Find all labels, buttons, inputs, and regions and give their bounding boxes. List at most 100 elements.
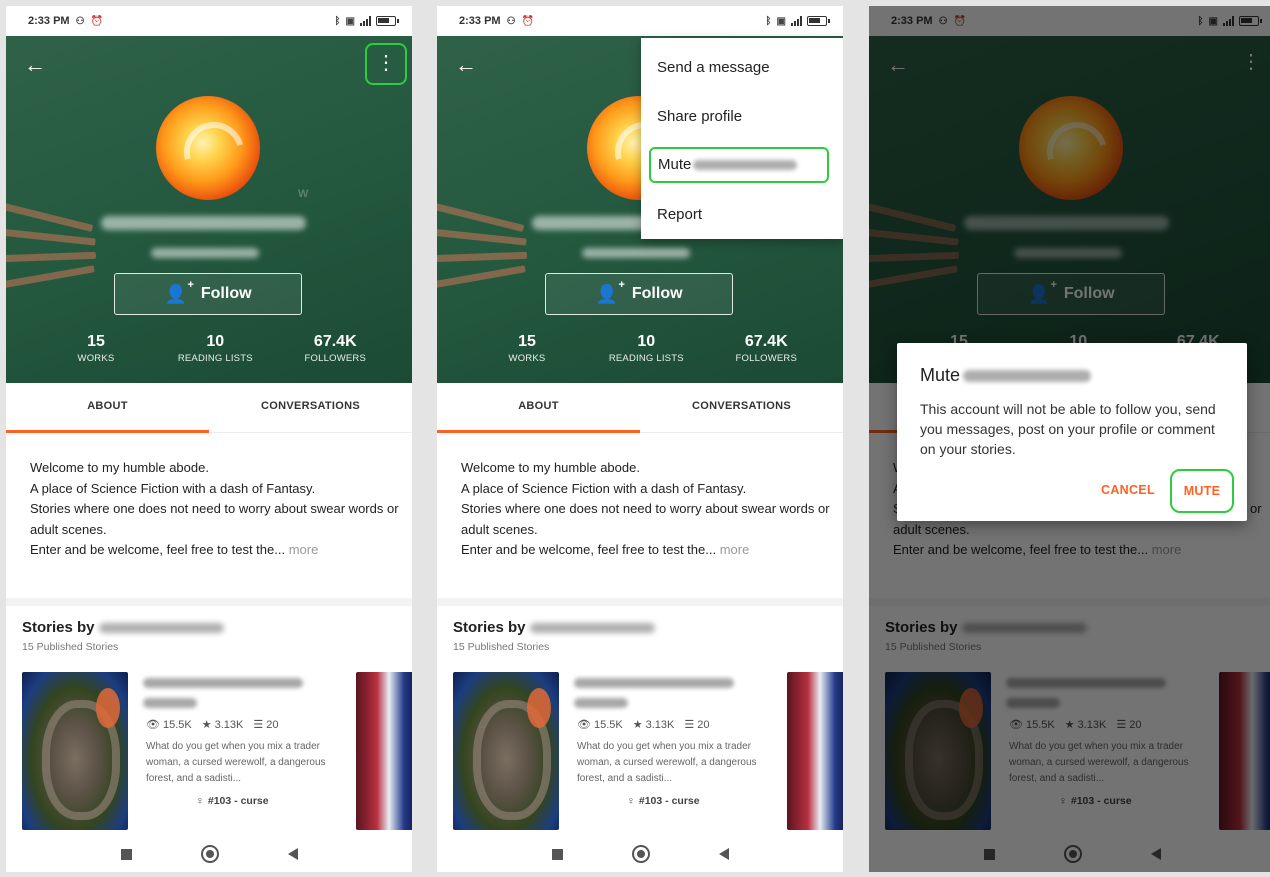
signal-icon <box>360 16 371 26</box>
username-redacted <box>963 369 1092 382</box>
screen-profile-menu: 2:33 PM ⚇ ⏰ ᛒ ▣ ← 👤 + Follow 15 WORKS 10 RE… <box>437 6 843 872</box>
book-decoration <box>437 186 528 316</box>
story-description: What do you get when you mix a trader wo… <box>577 741 757 784</box>
status-bar: 2:33 PM ⚇ ⏰ ᛒ ▣ <box>437 6 843 36</box>
signal-icon <box>791 16 802 26</box>
story-title-redacted-2 <box>143 698 197 708</box>
follow-button[interactable]: 👤+ Follow <box>114 273 302 315</box>
tab-conversations[interactable]: CONVERSATIONS <box>640 383 843 432</box>
bluetooth-icon: ᛒ <box>334 15 341 27</box>
alarm-icon: ⏰ <box>521 15 534 27</box>
android-nav-bar <box>6 836 412 872</box>
android-nav-bar <box>437 836 843 872</box>
back-arrow-icon[interactable]: ← <box>24 54 46 76</box>
stories-subtitle: 15 Published Stories <box>453 641 550 653</box>
add-person-icon: 👤+ <box>164 278 194 304</box>
menu-item-mute[interactable]: Mute <box>649 147 829 183</box>
section-divider <box>437 598 843 606</box>
battery-icon <box>376 16 399 26</box>
bluetooth-icon: ᛒ <box>765 15 772 27</box>
sim-icon: ▣ <box>776 15 786 27</box>
menu-item-send-message[interactable]: Send a message <box>641 43 843 92</box>
section-divider <box>6 598 412 606</box>
story-cover[interactable] <box>453 672 559 830</box>
story-meta: 👁15.5K ★3.13K ☰20 <box>577 718 710 732</box>
sim-icon: ▣ <box>345 15 355 27</box>
eye-icon: 👁 <box>146 719 160 731</box>
alarm-icon: ⏰ <box>90 15 103 27</box>
story-title-redacted-2 <box>574 698 628 708</box>
list-icon: ☰ <box>684 719 695 731</box>
handle-redacted <box>582 248 690 258</box>
ranking-icon: ♀ <box>196 795 204 807</box>
profile-header: ← ⋮ W 👤 + Follow 15 WORKS 10 READING LISTS … <box>6 36 412 383</box>
menu-item-report[interactable]: Report <box>641 190 843 239</box>
recents-icon[interactable] <box>120 848 132 860</box>
status-time: 2:33 PM <box>28 15 70 27</box>
profile-tabs: ABOUT CONVERSATIONS <box>6 383 412 433</box>
story-cover-2[interactable] <box>356 672 412 830</box>
mute-button[interactable]: MUTE <box>1170 469 1234 513</box>
status-bar: 2:33 PM ⚇ ⏰ ᛒ ▣ <box>6 6 412 36</box>
tab-conversations[interactable]: CONVERSATIONS <box>209 383 412 432</box>
more-link[interactable]: more <box>289 542 319 557</box>
notification-icon: ⚇ <box>75 15 85 27</box>
list-icon: ☰ <box>253 719 264 731</box>
follow-button[interactable]: 👤+ Follow <box>545 273 733 315</box>
home-icon[interactable] <box>200 845 219 863</box>
tab-about[interactable]: ABOUT <box>6 383 209 433</box>
notification-icon: ⚇ <box>506 15 516 27</box>
cancel-button[interactable]: CANCEL <box>1101 483 1155 497</box>
options-menu: Send a message Share profile Mute Report <box>641 38 843 239</box>
mute-dialog: Mute This account will not be able to fo… <box>897 343 1247 521</box>
nav-back-icon[interactable] <box>287 848 298 860</box>
star-icon: ★ <box>632 719 643 731</box>
username-redacted <box>101 216 306 230</box>
stat-followers[interactable]: 67.4KFOLLOWERS <box>305 333 366 364</box>
battery-icon <box>807 16 830 26</box>
stat-followers[interactable]: 67.4KFOLLOWERS <box>736 333 797 364</box>
story-tag[interactable]: ♀#103 - curse <box>627 795 700 807</box>
more-options-icon[interactable]: ⋮ <box>365 43 407 85</box>
stat-works[interactable]: 15WORKS <box>497 333 557 364</box>
star-icon: ★ <box>201 719 212 731</box>
stories-title: Stories by <box>22 619 224 636</box>
stories-subtitle: 15 Published Stories <box>22 641 119 653</box>
follow-label: Follow <box>631 285 683 302</box>
stat-reading-lists[interactable]: 10READING LISTS <box>178 333 253 364</box>
home-icon[interactable] <box>631 845 650 863</box>
stat-works[interactable]: 15WORKS <box>66 333 126 364</box>
story-cover[interactable] <box>22 672 128 830</box>
follow-label: Follow <box>200 285 252 302</box>
profile-tabs: ABOUT CONVERSATIONS <box>437 383 843 433</box>
screen-profile: 2:33 PM ⚇ ⏰ ᛒ ▣ ← ⋮ W 👤 + Follow 15 WORKS … <box>6 6 412 872</box>
back-arrow-icon[interactable]: ← <box>455 54 477 76</box>
recents-icon[interactable] <box>551 848 563 860</box>
stories-title: Stories by <box>453 619 655 636</box>
author-redacted <box>98 622 224 633</box>
stat-reading-lists[interactable]: 10READING LISTS <box>609 333 684 364</box>
watermark-logo: W <box>298 188 310 200</box>
add-person-icon: 👤+ <box>595 278 625 304</box>
about-text: Welcome to my humble abode. A place of S… <box>461 460 830 557</box>
avatar <box>156 96 260 200</box>
story-tag[interactable]: ♀#103 - curse <box>196 795 269 807</box>
handle-redacted <box>151 248 259 258</box>
screen-mute-dialog: 2:33 PM ⚇ ⏰ ᛒ ▣ ← ⋮ 👤+ Follow 15WORKS 10… <box>869 6 1270 872</box>
author-redacted <box>529 622 655 633</box>
nav-back-icon[interactable] <box>718 848 729 860</box>
about-text: Welcome to my humble abode. A place of S… <box>30 460 399 557</box>
story-description: What do you get when you mix a trader wo… <box>146 741 326 784</box>
eye-icon: 👁 <box>577 719 591 731</box>
profile-stats: 15WORKS 10READING LISTS 67.4KFOLLOWERS <box>66 333 366 364</box>
username-redacted <box>693 160 798 170</box>
dialog-body: This account will not be able to follow … <box>920 401 1216 457</box>
story-title-redacted <box>143 678 303 688</box>
story-title-redacted <box>574 678 734 688</box>
more-link[interactable]: more <box>720 542 750 557</box>
ranking-icon: ♀ <box>627 795 635 807</box>
story-meta: 👁15.5K ★3.13K ☰20 <box>146 718 279 732</box>
story-cover-2[interactable] <box>787 672 843 830</box>
menu-item-share-profile[interactable]: Share profile <box>641 92 843 141</box>
tab-about[interactable]: ABOUT <box>437 383 640 433</box>
